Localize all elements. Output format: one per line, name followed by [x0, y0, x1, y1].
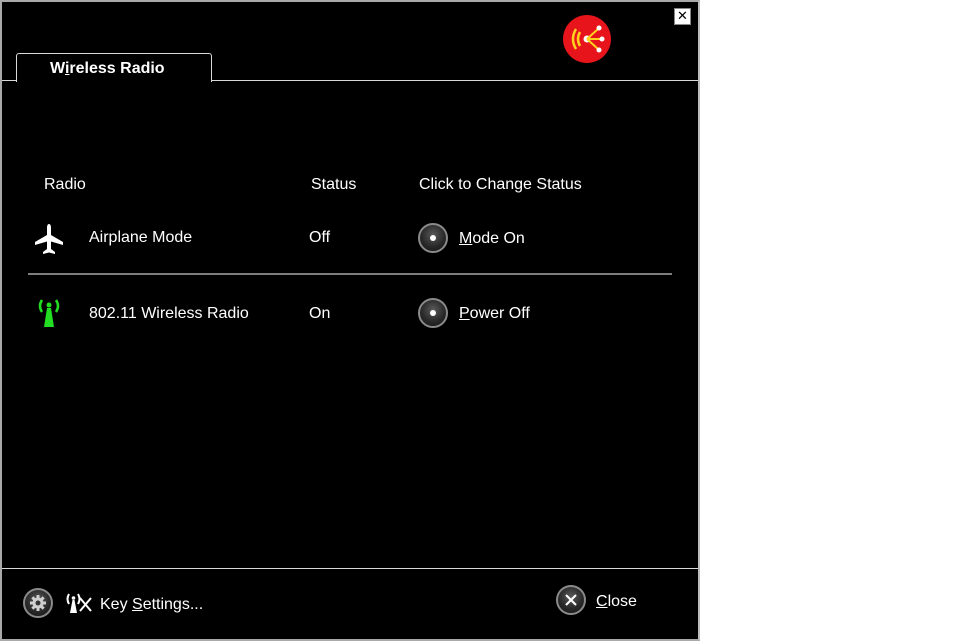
tab-label: Wireless Radio — [50, 60, 165, 77]
window-close-button[interactable]: ✕ — [674, 8, 691, 25]
power-off-button[interactable] — [418, 298, 448, 328]
column-header-status: Status — [311, 176, 357, 193]
gear-icon — [30, 595, 46, 611]
key-settings-label[interactable]: Key Settings... — [100, 596, 203, 614]
footer-divider — [2, 568, 698, 569]
column-header-action: Click to Change Status — [419, 176, 582, 193]
wireless-radio-window: ✕ Wireless Radio Radio Status Click to C… — [0, 0, 700, 641]
close-label[interactable]: Close — [596, 593, 637, 611]
wireless-key-icon — [66, 593, 92, 613]
radio-name-wireless: 802.11 Wireless Radio — [89, 305, 249, 322]
power-off-label[interactable]: Power Off — [459, 305, 530, 323]
mode-on-button[interactable] — [418, 223, 448, 253]
row-separator — [28, 273, 672, 275]
status-wireless: On — [309, 305, 331, 322]
close-button[interactable] — [556, 585, 586, 615]
airplane-icon — [35, 224, 63, 254]
key-settings-button[interactable] — [23, 588, 53, 618]
column-header-radio: Radio — [44, 176, 86, 193]
wireless-logo-icon — [563, 15, 611, 63]
mode-on-label[interactable]: Mode On — [459, 230, 525, 248]
status-airplane-mode: Off — [309, 229, 331, 246]
wireless-antenna-icon — [38, 299, 60, 327]
radio-name-airplane-mode: Airplane Mode — [89, 229, 193, 246]
close-icon — [565, 594, 577, 606]
tab-wireless-radio[interactable]: Wireless Radio — [16, 53, 212, 82]
